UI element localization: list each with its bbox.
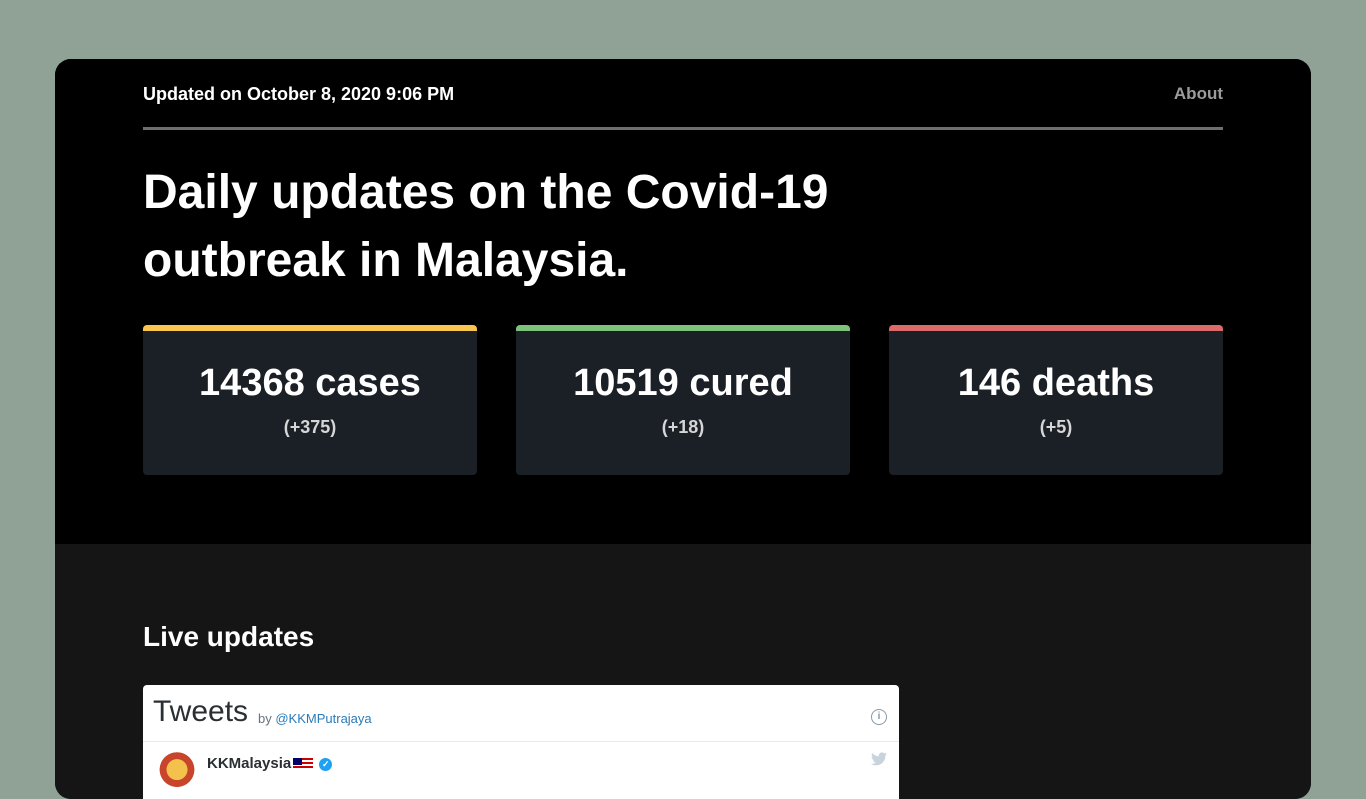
live-updates-title: Live updates	[143, 621, 315, 652]
cured-count: 10519 cured	[573, 362, 793, 404]
stat-card-cured: 10519 cured (+18)	[516, 325, 850, 475]
browser-window: Updated on October 8, 2020 9:06 PM About…	[55, 59, 1311, 799]
header-divider	[143, 127, 1223, 130]
timeline-title: Tweets	[153, 695, 249, 728]
stat-card-cases: 14368 cases (+375)	[143, 325, 477, 475]
twitter-timeline-widget[interactable]: Tweets by @KKMPutrajaya i KKMalaysia ✓	[143, 685, 899, 799]
stat-card-deaths: 146 deaths (+5)	[889, 325, 1223, 475]
byline-by: by	[258, 711, 272, 726]
stats-cards: 14368 cases (+375) 10519 cured (+18) 146…	[143, 325, 1223, 475]
cases-count: 14368 cases	[199, 362, 421, 404]
deaths-count: 146 deaths	[957, 362, 1155, 404]
cured-delta: (+18)	[661, 417, 705, 437]
verified-badge-icon: ✓	[319, 757, 333, 771]
timeline-handle-link[interactable]: @KKMPutrajaya	[275, 711, 371, 726]
updated-timestamp: Updated on October 8, 2020 9:06 PM	[143, 83, 455, 104]
tweet-author[interactable]: KKMalaysia ✓	[207, 755, 333, 772]
hero-section: Updated on October 8, 2020 9:06 PM About…	[55, 59, 1311, 544]
page-headline: Daily updates on the Covid-19 outbreak i…	[143, 166, 829, 287]
author-name: KKMalaysia	[207, 755, 292, 772]
cases-delta: (+375)	[283, 417, 337, 437]
deaths-delta: (+5)	[1039, 417, 1073, 437]
top-bar: Updated on October 8, 2020 9:06 PM About	[143, 81, 1223, 107]
live-updates-section: Live updates Tweets by @KKMPutrajaya i K…	[55, 544, 1311, 799]
timeline-header: Tweets by @KKMPutrajaya i	[143, 685, 899, 742]
tweet-item[interactable]: KKMalaysia ✓	[143, 742, 899, 796]
avatar[interactable]	[155, 752, 199, 796]
about-link[interactable]: About	[1174, 84, 1223, 104]
info-icon[interactable]: i	[871, 709, 887, 725]
twitter-bird-icon[interactable]	[871, 752, 887, 766]
timeline-byline: by @KKMPutrajaya	[258, 711, 372, 726]
malaysia-flag-icon	[293, 758, 314, 771]
